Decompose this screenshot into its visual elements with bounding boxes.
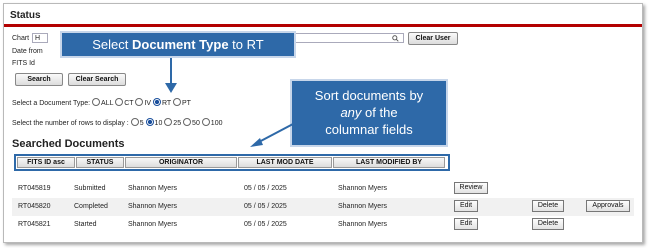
delete-button[interactable]: Delete: [532, 200, 564, 212]
rows-selector: Select the number of rows to display : 5…: [12, 118, 222, 127]
doc-type-callout: Select Document Type to RT: [60, 31, 296, 58]
cell-originator: Shannon Myers: [128, 221, 178, 228]
radio-icon[interactable]: [130, 118, 139, 126]
cell-fits-id[interactable]: RT045819: [18, 185, 51, 192]
cell-status: Completed: [74, 203, 108, 210]
sort-callout: Sort documents by any of the columnar fi…: [290, 79, 448, 147]
clear-user-button[interactable]: Clear User: [408, 32, 458, 45]
cell-last-modified-by: Shannon Myers: [338, 185, 388, 192]
edit-button[interactable]: Edit: [454, 218, 478, 230]
doc-type-label: Select a Document Type:: [12, 100, 91, 107]
column-header-last-modified-by[interactable]: LAST MODIFIED BY: [333, 157, 445, 168]
column-header-status[interactable]: STATUS: [76, 157, 124, 168]
diagonal-arrow-icon: [250, 123, 294, 147]
panel-title: Status: [10, 10, 41, 21]
title-divider: [4, 24, 642, 27]
delete-button[interactable]: Delete: [532, 218, 564, 230]
cell-fits-id[interactable]: RT045820: [18, 203, 51, 210]
doc-type-option-iv[interactable]: IV: [135, 98, 151, 107]
table-row: RT045819 Submitted Shannon Myers 05 / 05…: [12, 180, 634, 198]
date-from-label: Date from: [12, 48, 43, 55]
magnifier-icon[interactable]: [392, 35, 399, 42]
cell-originator: Shannon Myers: [128, 203, 178, 210]
rows-option-10[interactable]: 10: [145, 118, 162, 127]
column-header-fits-id[interactable]: FITS ID asc: [17, 157, 75, 168]
chart-label: Chart: [12, 35, 30, 42]
doc-type-option-all[interactable]: ALL: [92, 98, 113, 107]
down-arrow-icon: [165, 58, 177, 93]
edit-button[interactable]: Edit: [454, 200, 478, 212]
rows-label: Select the number of rows to display :: [12, 120, 129, 127]
cell-last-modified-by: Shannon Myers: [338, 203, 388, 210]
cell-fits-id[interactable]: RT045821: [18, 221, 51, 228]
search-button[interactable]: Search: [15, 73, 63, 86]
approvals-button[interactable]: Approvals: [586, 200, 630, 212]
rows-option-50[interactable]: 50: [183, 118, 200, 127]
cell-last-modified-by: Shannon Myers: [338, 221, 388, 228]
doc-type-selector: Select a Document Type: ALL CT IV RT PT: [12, 98, 191, 107]
radio-icon[interactable]: [164, 118, 173, 126]
cell-last-mod-date: 05 / 05 / 2025: [244, 185, 287, 192]
radio-icon[interactable]: [183, 118, 192, 126]
cell-last-mod-date: 05 / 05 / 2025: [244, 221, 287, 228]
column-header-originator[interactable]: ORIGINATOR: [125, 157, 237, 168]
radio-icon[interactable]: [135, 98, 144, 106]
radio-icon[interactable]: [172, 98, 181, 106]
column-header-last-mod-date[interactable]: LAST MOD DATE: [238, 157, 332, 168]
fits-id-label: FITS Id: [12, 60, 35, 67]
radio-icon[interactable]: [115, 98, 124, 106]
doc-type-option-ct[interactable]: CT: [115, 98, 133, 107]
chart-input[interactable]: H: [32, 33, 48, 43]
table-row: RT045821 Started Shannon Myers 05 / 05 /…: [12, 216, 634, 234]
rows-option-5[interactable]: 5: [130, 118, 144, 127]
table-row: RT045820 Completed Shannon Myers 05 / 05…: [12, 198, 634, 216]
status-panel: Status Chart H Clear User Date from FITS…: [3, 3, 643, 243]
user-search-input[interactable]: [294, 33, 404, 43]
section-title: Searched Documents: [12, 138, 125, 150]
radio-selected-icon[interactable]: [152, 98, 161, 106]
rows-option-100[interactable]: 100: [201, 118, 222, 127]
doc-type-option-rt[interactable]: RT: [152, 98, 171, 107]
radio-icon[interactable]: [92, 98, 101, 106]
cell-status: Started: [74, 221, 97, 228]
rows-option-25[interactable]: 25: [164, 118, 181, 127]
cell-originator: Shannon Myers: [128, 185, 178, 192]
radio-icon[interactable]: [201, 118, 210, 126]
review-button[interactable]: Review: [454, 182, 488, 194]
cell-status: Submitted: [74, 185, 106, 192]
clear-search-button[interactable]: Clear Search: [68, 73, 126, 86]
cell-last-mod-date: 05 / 05 / 2025: [244, 203, 287, 210]
doc-type-option-pt[interactable]: PT: [172, 98, 191, 107]
radio-selected-icon[interactable]: [145, 118, 154, 126]
